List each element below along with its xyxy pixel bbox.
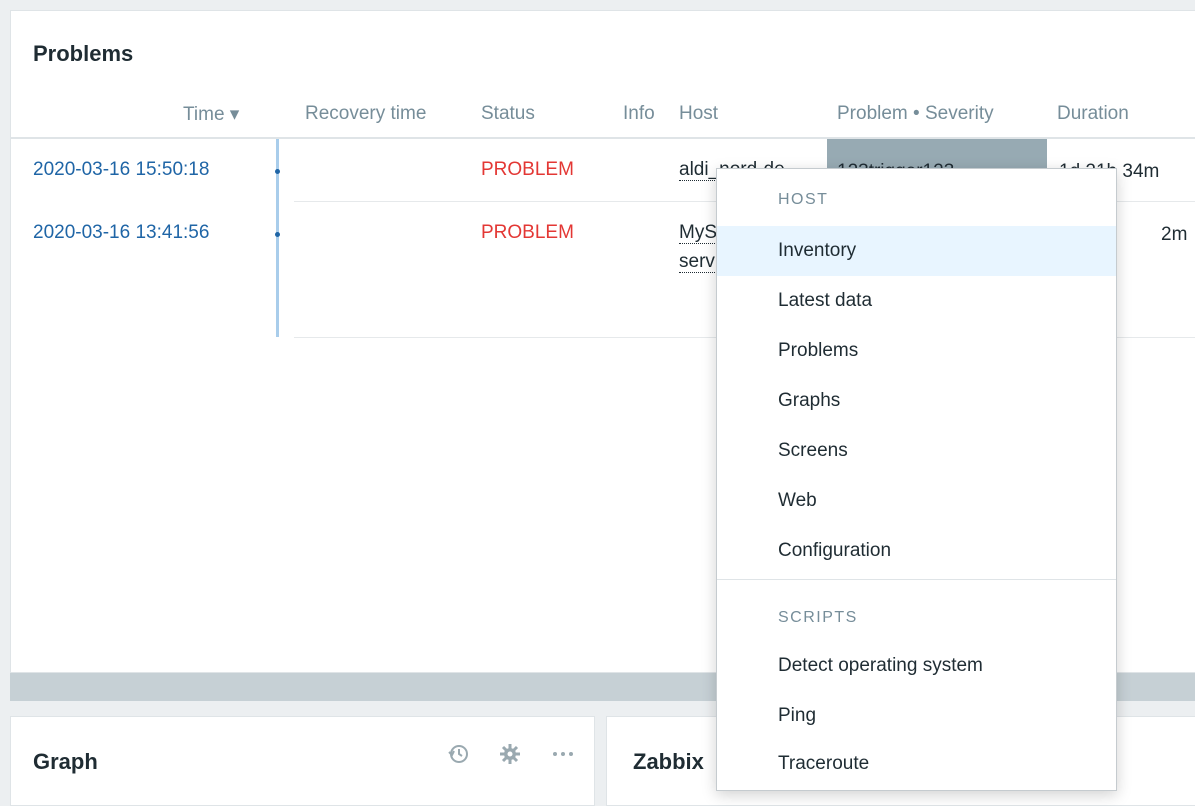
- menu-item-graphs[interactable]: Graphs: [717, 376, 1116, 426]
- menu-item-screens[interactable]: Screens: [717, 426, 1116, 476]
- column-problem-severity: Problem • Severity: [837, 103, 994, 124]
- status-label: PROBLEM: [481, 159, 574, 180]
- menu-section-scripts: SCRIPTS: [778, 609, 858, 626]
- menu-item-traceroute[interactable]: Traceroute: [717, 739, 1116, 789]
- column-host: Host: [679, 103, 719, 124]
- graph-widget: Graph: [10, 716, 595, 806]
- problem-time-link[interactable]: 2020-03-16 13:41:56: [33, 222, 209, 244]
- menu-item-detect-os[interactable]: Detect operating system: [717, 641, 1116, 691]
- menu-item-ping[interactable]: Ping: [717, 691, 1116, 741]
- column-status: Status: [481, 103, 535, 124]
- host-name-line1[interactable]: MyS: [679, 222, 717, 244]
- gear-icon[interactable]: [499, 743, 521, 771]
- history-icon[interactable]: [447, 743, 469, 771]
- widget-title: Problems: [33, 41, 134, 66]
- host-link[interactable]: MyS: [679, 222, 717, 244]
- host-context-menu: HOST Inventory Latest data Problems Grap…: [716, 168, 1117, 791]
- widget-title: Zabbix: [633, 749, 704, 774]
- column-info: Info: [623, 103, 655, 124]
- host-name-line2[interactable]: serv: [679, 251, 715, 273]
- status-label: PROBLEM: [481, 222, 574, 243]
- menu-item-problems[interactable]: Problems: [717, 326, 1116, 376]
- more-icon[interactable]: [551, 743, 575, 771]
- timeline-dot-icon: [275, 232, 280, 237]
- column-recovery-time: Recovery time: [305, 103, 427, 124]
- menu-section-host: HOST: [778, 191, 829, 208]
- menu-item-web[interactable]: Web: [717, 476, 1116, 526]
- menu-item-configuration[interactable]: Configuration: [717, 526, 1116, 576]
- duration-value: 2m: [1161, 224, 1188, 245]
- host-link-cont[interactable]: serv: [679, 251, 715, 273]
- column-duration: Duration: [1057, 103, 1129, 124]
- menu-item-inventory[interactable]: Inventory: [717, 226, 1116, 276]
- column-time[interactable]: Time ▾: [183, 103, 239, 126]
- menu-separator: [717, 579, 1116, 580]
- problem-time-link[interactable]: 2020-03-16 15:50:18: [33, 159, 209, 181]
- menu-item-latest-data[interactable]: Latest data: [717, 276, 1116, 326]
- timeline-dot-icon: [275, 169, 280, 174]
- widget-title: Graph: [33, 749, 98, 774]
